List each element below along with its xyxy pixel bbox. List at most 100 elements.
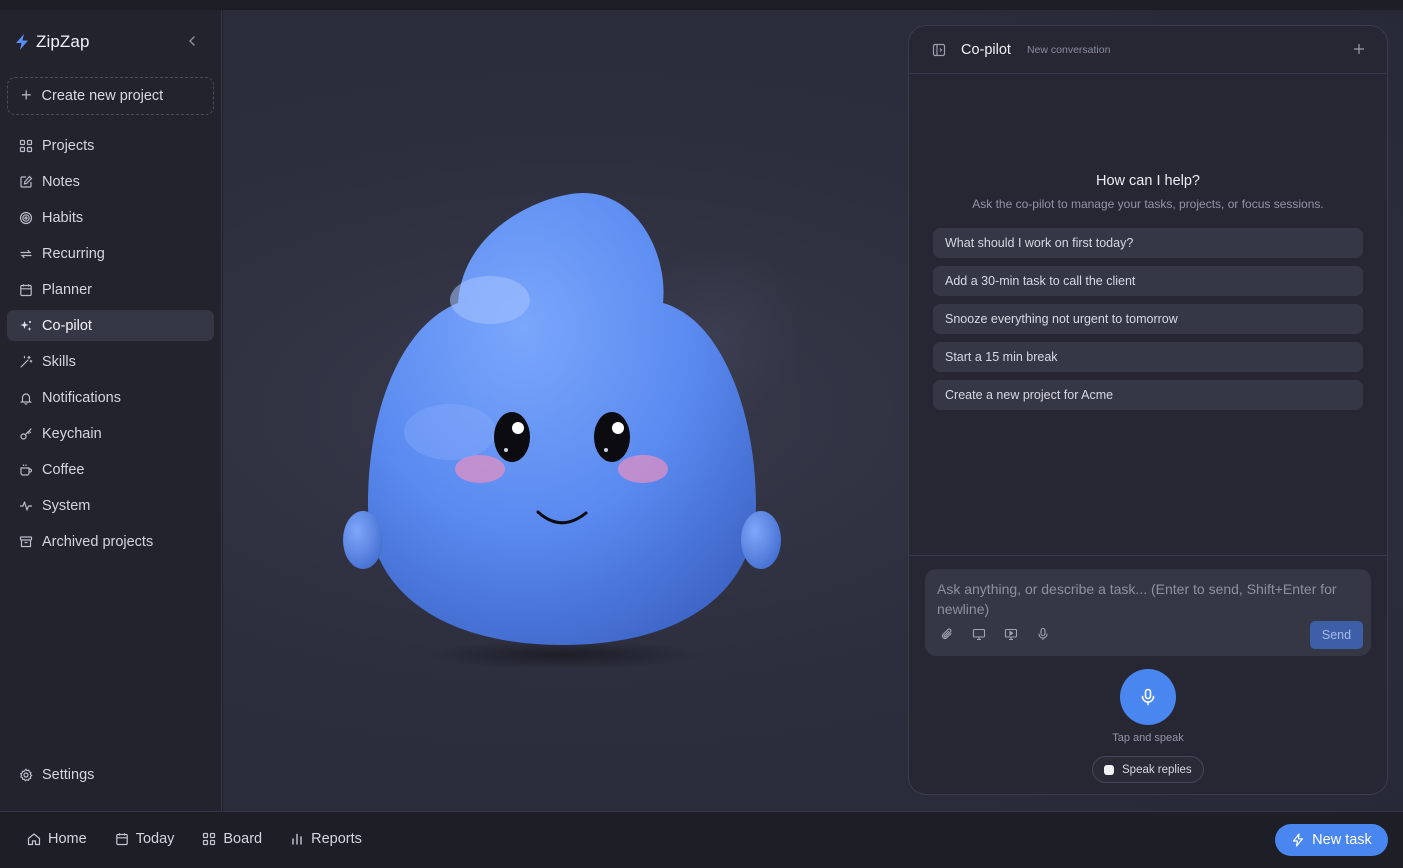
sidebar-item-skills[interactable]: Skills bbox=[7, 346, 214, 377]
chevron-left-icon bbox=[189, 36, 195, 46]
bottom-nav-label: Home bbox=[48, 831, 87, 847]
suggestion-chip[interactable]: Start a 15 min break bbox=[933, 342, 1363, 372]
grid-icon bbox=[203, 832, 216, 846]
sidebar-item-label: System bbox=[42, 497, 91, 514]
sidebar-nav: Projects Notes Habits Recurring Planner … bbox=[7, 130, 214, 562]
sidebar-item-label: Keychain bbox=[42, 425, 102, 442]
bell-icon bbox=[20, 392, 32, 405]
sidebar-item-label: Recurring bbox=[42, 245, 105, 262]
window-top-strip bbox=[0, 0, 1403, 10]
sidebar-item-keychain[interactable]: Keychain bbox=[7, 418, 214, 449]
paperclip-icon[interactable] bbox=[940, 627, 954, 641]
repeat-icon bbox=[20, 249, 32, 258]
copilot-header: Co-pilot New conversation bbox=[909, 26, 1387, 74]
bottom-nav: Home Today Board Reports bbox=[27, 831, 362, 847]
bar-chart-icon bbox=[292, 833, 302, 845]
sidebar-item-label: Notes bbox=[42, 173, 80, 190]
copilot-mascot bbox=[343, 193, 798, 669]
tap-to-speak-button[interactable] bbox=[1120, 669, 1176, 725]
sidebar-item-label: Skills bbox=[42, 353, 76, 370]
bottom-bar: Home Today Board Reports New task bbox=[0, 811, 1403, 868]
calendar-icon bbox=[115, 833, 128, 846]
speak-replies-label: Speak replies bbox=[1122, 763, 1192, 776]
sidebar-item-label: Notifications bbox=[42, 389, 121, 406]
target-icon bbox=[19, 211, 33, 224]
send-button[interactable]: Send bbox=[1310, 621, 1363, 649]
sidebar-item-notes[interactable]: Notes bbox=[7, 166, 214, 197]
sidebar-item-notifications[interactable]: Notifications bbox=[7, 382, 214, 413]
microphone-icon bbox=[1141, 688, 1155, 706]
sidebar-item-projects[interactable]: Projects bbox=[7, 130, 214, 161]
collapse-sidebar-button[interactable] bbox=[184, 34, 200, 50]
sidebar-item-archived-projects[interactable]: Archived projects bbox=[7, 526, 214, 557]
copilot-panel: Co-pilot New conversation How can I help… bbox=[908, 25, 1388, 795]
wand-icon bbox=[20, 355, 33, 368]
sidebar-item-system[interactable]: System bbox=[7, 490, 214, 521]
new-task-label: New task bbox=[1312, 832, 1372, 848]
plus-icon bbox=[1354, 44, 1364, 54]
bolt-icon bbox=[1293, 833, 1304, 847]
help-section: How can I help? Ask the co-pilot to mana… bbox=[909, 173, 1387, 211]
calendar-icon bbox=[20, 283, 32, 296]
composer: Send bbox=[925, 569, 1371, 656]
sparkles-icon bbox=[20, 320, 32, 331]
sidebar-settings: Settings bbox=[7, 759, 214, 795]
key-icon bbox=[20, 427, 32, 440]
microphone-icon[interactable] bbox=[1036, 627, 1050, 641]
bottom-nav-label: Reports bbox=[311, 831, 362, 847]
new-conversation-button[interactable] bbox=[1353, 40, 1365, 60]
suggestion-chip[interactable]: Create a new project for Acme bbox=[933, 380, 1363, 410]
copilot-title: Co-pilot bbox=[961, 41, 1011, 58]
sidebar: ZipZap + Create new project Projects Not… bbox=[0, 10, 222, 811]
suggestion-chip[interactable]: Add a 30-min task to call the client bbox=[933, 266, 1363, 296]
app-name: ZipZap bbox=[36, 32, 90, 51]
checkbox[interactable] bbox=[1104, 764, 1114, 775]
create-new-project-button[interactable]: + Create new project bbox=[7, 77, 214, 115]
sidebar-item-coffee[interactable]: Coffee bbox=[7, 454, 214, 485]
composer-divider bbox=[909, 555, 1387, 556]
activity-icon bbox=[20, 500, 32, 511]
help-title: How can I help? bbox=[1096, 173, 1200, 189]
composer-tools bbox=[940, 627, 1050, 641]
sidebar-item-recurring[interactable]: Recurring bbox=[7, 238, 214, 269]
new-task-button[interactable]: New task bbox=[1275, 824, 1388, 856]
bottom-nav-today[interactable]: Today bbox=[115, 831, 175, 847]
sidebar-item-label: Habits bbox=[42, 209, 84, 226]
grid-icon bbox=[19, 139, 33, 152]
sidebar-item-habits[interactable]: Habits bbox=[7, 202, 214, 233]
create-new-project-label: Create new project bbox=[41, 88, 164, 104]
bottom-nav-label: Board bbox=[223, 831, 263, 847]
suggestion-chip[interactable]: Snooze everything not urgent to tomorrow bbox=[933, 304, 1363, 334]
coffee-icon bbox=[20, 464, 33, 476]
sidebar-item-label: Archived projects bbox=[42, 533, 154, 550]
bottom-nav-reports[interactable]: Reports bbox=[290, 831, 362, 847]
conversation-subtitle: New conversation bbox=[1026, 43, 1111, 56]
sidebar-item-label: Co-pilot bbox=[42, 317, 92, 334]
bottom-nav-board[interactable]: Board bbox=[202, 831, 262, 847]
note-edit-icon bbox=[20, 175, 33, 188]
sidebar-item-label: Settings bbox=[42, 766, 95, 783]
help-subtitle: Ask the co-pilot to manage your tasks, p… bbox=[972, 197, 1324, 211]
archive-icon bbox=[19, 535, 33, 547]
sidebar-item-label: Coffee bbox=[42, 461, 85, 478]
sidebar-item-settings[interactable]: Settings bbox=[7, 759, 214, 790]
bolt-icon bbox=[16, 34, 28, 50]
gear-icon bbox=[19, 767, 33, 782]
monitor-icon[interactable] bbox=[972, 627, 986, 641]
message-input[interactable] bbox=[937, 579, 1362, 621]
suggestion-list: What should I work on first today? Add a… bbox=[933, 228, 1363, 418]
panel-toggle-icon[interactable] bbox=[932, 43, 946, 57]
bottom-nav-home[interactable]: Home bbox=[27, 831, 87, 847]
plus-icon: + bbox=[21, 85, 32, 105]
suggestion-chip[interactable]: What should I work on first today? bbox=[933, 228, 1363, 258]
sidebar-item-co-pilot[interactable]: Co-pilot bbox=[7, 310, 214, 341]
sidebar-item-label: Planner bbox=[42, 281, 92, 298]
brand: ZipZap bbox=[14, 32, 90, 52]
tap-and-speak-label: Tap and speak bbox=[1112, 732, 1184, 744]
bottom-nav-label: Today bbox=[135, 831, 175, 847]
speak-replies-toggle[interactable]: Speak replies bbox=[1092, 756, 1204, 783]
screen-share-icon[interactable] bbox=[1004, 627, 1018, 641]
sidebar-item-planner[interactable]: Planner bbox=[7, 274, 214, 305]
main-area: Co-pilot New conversation How can I help… bbox=[223, 10, 1403, 811]
home-icon bbox=[27, 833, 41, 846]
